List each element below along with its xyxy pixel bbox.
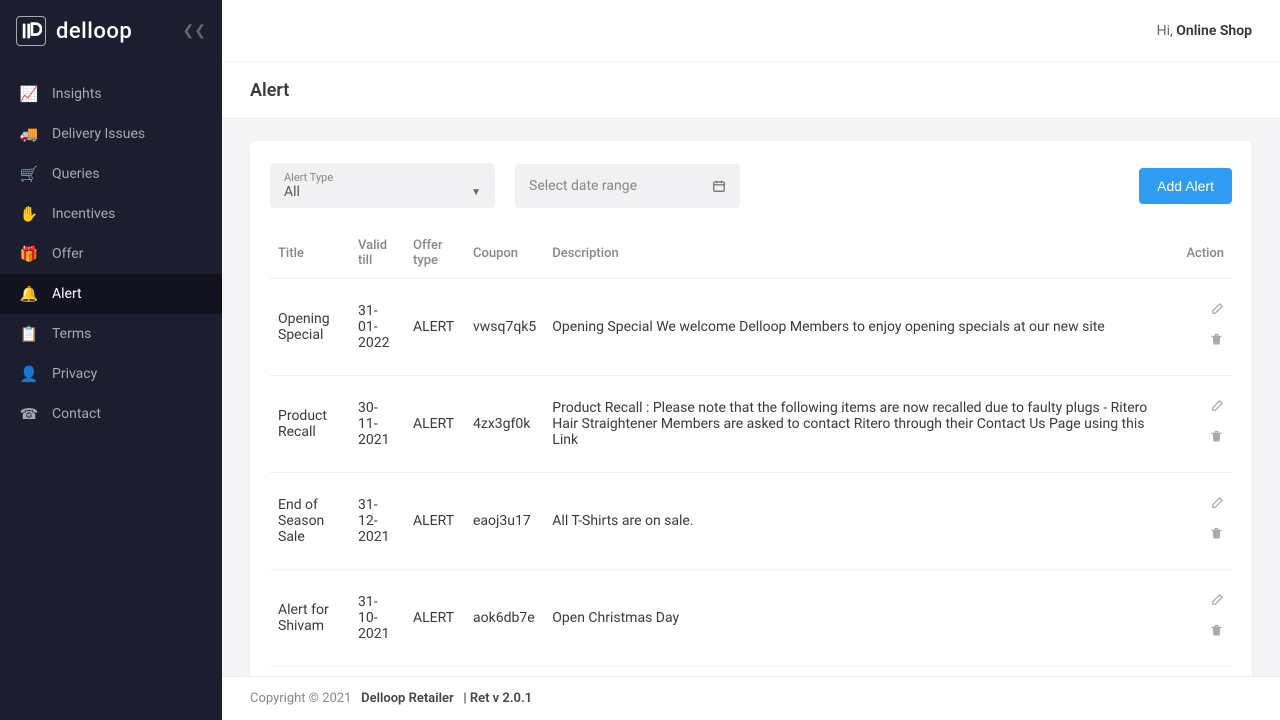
delete-icon[interactable]: [1186, 523, 1224, 541]
cell-valid: 31-10-2021: [350, 570, 405, 667]
greeting: Hi, Online Shop: [1157, 23, 1252, 39]
user-lock-icon: 👤: [20, 365, 38, 383]
sidebar-item-label: Terms: [52, 326, 91, 342]
th-type: Offer type: [405, 228, 465, 279]
app-version: | Ret v 2.0.1: [463, 691, 532, 706]
cell-action: [1178, 279, 1232, 376]
th-coupon: Coupon: [465, 228, 544, 279]
logo-text: delloop: [56, 19, 132, 44]
alert-type-select[interactable]: Alert Type All ▼: [270, 163, 495, 208]
add-alert-button[interactable]: Add Alert: [1139, 168, 1232, 204]
cell-action: [1178, 376, 1232, 473]
cell-coupon: aok6db7e: [465, 570, 544, 667]
chevron-down-icon: ▼: [471, 187, 481, 198]
table-row: End of Season Sale31-12-2021ALERTeaoj3u1…: [270, 473, 1232, 570]
delete-icon[interactable]: [1186, 329, 1224, 347]
sidebar-item-label: Privacy: [52, 366, 97, 382]
sidebar-item-label: Queries: [52, 166, 100, 182]
shop-name: Online Shop: [1176, 23, 1252, 39]
nav: 📈 Insights 🚚 Delivery Issues 🛒 Queries ✋ Inc…: [0, 62, 222, 434]
edit-icon[interactable]: [1186, 396, 1224, 414]
calendar-icon: [712, 178, 726, 194]
cell-title: Opening Special: [270, 279, 350, 376]
sidebar-item-privacy[interactable]: 👤 Privacy: [0, 354, 222, 394]
alert-type-label: Alert Type: [284, 171, 481, 184]
delete-icon[interactable]: [1186, 620, 1224, 638]
sidebar-item-label: Delivery Issues: [52, 126, 145, 142]
logo-area: delloop ❮❮: [0, 0, 222, 62]
cart-icon: 🛒: [20, 165, 38, 183]
th-desc: Description: [544, 228, 1178, 279]
cell-valid: 30-11-2021: [350, 376, 405, 473]
collapse-icon[interactable]: ❮❮: [183, 23, 206, 39]
cell-type: ALERT: [405, 376, 465, 473]
hand-icon: ✋: [20, 205, 38, 223]
alerts-table: Title Valid till Offer type Coupon Descr…: [270, 228, 1232, 667]
cell-title: End of Season Sale: [270, 473, 350, 570]
cell-title: Alert for Shivam: [270, 570, 350, 667]
phone-icon: ☎: [20, 405, 38, 423]
cell-desc: All T-Shirts are on sale.: [544, 473, 1178, 570]
cell-type: ALERT: [405, 473, 465, 570]
th-valid: Valid till: [350, 228, 405, 279]
sidebar-item-queries[interactable]: 🛒 Queries: [0, 154, 222, 194]
cell-valid: 31-12-2021: [350, 473, 405, 570]
bell-icon: 🔔: [20, 285, 38, 303]
sidebar-item-delivery-issues[interactable]: 🚚 Delivery Issues: [0, 114, 222, 154]
cell-desc: Open Christmas Day: [544, 570, 1178, 667]
card: Alert Type All ▼ Select date range Add A…: [250, 141, 1252, 720]
filters: Alert Type All ▼ Select date range Add A…: [270, 163, 1232, 208]
sidebar: delloop ❮❮ 📈 Insights 🚚 Delivery Issues 🛒 Q…: [0, 0, 222, 720]
sidebar-item-terms[interactable]: 📋 Terms: [0, 314, 222, 354]
clipboard-icon: 📋: [20, 325, 38, 343]
edit-icon[interactable]: [1186, 299, 1224, 317]
cell-action: [1178, 570, 1232, 667]
table-row: Alert for Shivam31-10-2021ALERTaok6db7eO…: [270, 570, 1232, 667]
cell-action: [1178, 473, 1232, 570]
page: Alert Alert Type All ▼ Select date range…: [222, 0, 1280, 720]
cell-title: Product Recall: [270, 376, 350, 473]
sidebar-item-label: Incentives: [52, 206, 115, 222]
sidebar-item-alert[interactable]: 🔔 Alert: [0, 274, 222, 314]
sidebar-item-incentives[interactable]: ✋ Incentives: [0, 194, 222, 234]
truck-icon: 🚚: [20, 125, 38, 143]
th-action: Action: [1178, 228, 1232, 279]
date-range-input[interactable]: Select date range: [515, 164, 740, 208]
alert-type-value: All: [284, 184, 481, 200]
edit-icon[interactable]: [1186, 493, 1224, 511]
chart-icon: 📈: [20, 85, 38, 103]
cell-type: ALERT: [405, 570, 465, 667]
gift-icon: 🎁: [20, 245, 38, 263]
table-row: Opening Special31-01-2022ALERTvwsq7qk5Op…: [270, 279, 1232, 376]
content: Alert Type All ▼ Select date range Add A…: [222, 117, 1280, 720]
th-title: Title: [270, 228, 350, 279]
cell-desc: Opening Special We welcome Delloop Membe…: [544, 279, 1178, 376]
sidebar-item-label: Insights: [52, 86, 102, 102]
cell-type: ALERT: [405, 279, 465, 376]
edit-icon[interactable]: [1186, 590, 1224, 608]
topbar: Hi, Online Shop: [222, 0, 1280, 62]
sidebar-item-contact[interactable]: ☎ Contact: [0, 394, 222, 434]
footer: Copyright © 2021 Delloop Retailer | Ret …: [222, 676, 1280, 720]
table-row: Product Recall30-11-2021ALERT4zx3gf0kPro…: [270, 376, 1232, 473]
delete-icon[interactable]: [1186, 426, 1224, 444]
cell-coupon: vwsq7qk5: [465, 279, 544, 376]
sidebar-item-label: Offer: [52, 246, 83, 262]
sidebar-item-insights[interactable]: 📈 Insights: [0, 74, 222, 114]
sidebar-item-label: Contact: [52, 406, 101, 422]
date-placeholder: Select date range: [529, 178, 637, 194]
logo-icon: [16, 16, 46, 46]
sidebar-item-label: Alert: [52, 286, 82, 302]
cell-coupon: 4zx3gf0k: [465, 376, 544, 473]
cell-valid: 31-01-2022: [350, 279, 405, 376]
app-name: Delloop Retailer: [361, 691, 454, 706]
copyright: Copyright © 2021: [250, 691, 351, 706]
sidebar-item-offer[interactable]: 🎁 Offer: [0, 234, 222, 274]
cell-desc: Product Recall : Please note that the fo…: [544, 376, 1178, 473]
page-title: Alert: [222, 62, 1280, 117]
cell-coupon: eaoj3u17: [465, 473, 544, 570]
